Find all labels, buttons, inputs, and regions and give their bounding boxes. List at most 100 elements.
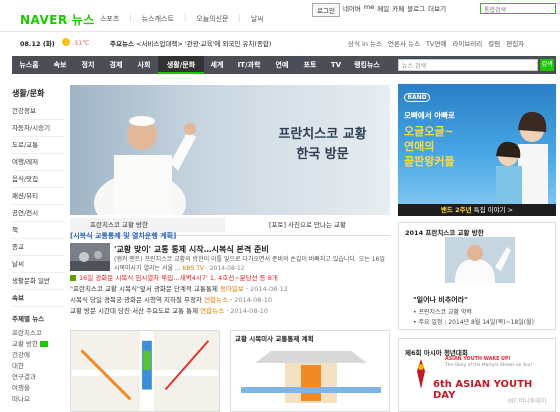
- nav-society[interactable]: 사회: [130, 56, 158, 74]
- date-bar-links: 상식 in 뉴스 언론사 뉴스 TV연예 라이브러리 칼럼 편집자: [348, 38, 524, 48]
- special-coverage-title[interactable]: [시복식 교통통제 및 열차운행 계획]: [70, 231, 176, 241]
- sidebar-item-book[interactable]: 책: [12, 222, 64, 239]
- pope-photo: [94, 116, 196, 215]
- caption-pope-visit[interactable]: 프란치스코 교황 방한: [70, 218, 225, 232]
- sidebar-item-weather[interactable]: 날씨: [12, 256, 64, 273]
- link-tv[interactable]: TV연예: [426, 38, 446, 48]
- sidebar-topic-3b[interactable]: 떠나요: [12, 394, 64, 405]
- pope-box-photo[interactable]: [445, 237, 515, 283]
- caption-photo[interactable]: [포토] 사진으로 만나는 교황: [225, 218, 390, 232]
- sidebar-topic-1b[interactable]: 교황 방한: [12, 339, 64, 350]
- divider: |: [129, 14, 132, 22]
- list-item[interactable]: "프란치스코 교황 시복식"앞서 광화문 단계적 교통통제 동아일보 · 201…: [70, 284, 390, 295]
- login-button[interactable]: 로그인: [312, 3, 340, 17]
- sidebar-item-general[interactable]: 생활문화 일반: [12, 273, 64, 290]
- news-search-input[interactable]: 뉴스 검색: [398, 59, 538, 71]
- ayd-logo: [417, 359, 425, 389]
- band-ad[interactable]: BAND 오빠에서 아빠로 오글오글~ 연애의 끝판왕커플: [398, 84, 556, 204]
- news-search-button[interactable]: 검색: [540, 59, 554, 71]
- headline-summary-text: (앵커 멘트) 프란치스코 교황의 방한이 이틀 앞으로 다가오면서 준비의 손…: [114, 256, 385, 272]
- util-more[interactable]: 더보기: [428, 3, 446, 17]
- band-caption-text: 특집 이야기 >: [471, 206, 514, 214]
- util-cafe[interactable]: 카페: [392, 3, 404, 17]
- nav-it-science[interactable]: IT/과학: [230, 56, 268, 74]
- temperature: 31℃: [74, 39, 90, 47]
- util-naver[interactable]: 네이버: [343, 3, 361, 17]
- headline-summary: (앵커 멘트) 프란치스코 교황의 방한이 이틀 앞으로 다가오면서 준비의 손…: [114, 256, 385, 272]
- hot-news-text: <서비스업대책> '관광·교육'에 외국인 유치(종합): [136, 40, 272, 48]
- sidebar-item-traffic[interactable]: 도로/교통: [12, 137, 64, 154]
- top-nav-sports[interactable]: 스포츠: [100, 14, 119, 24]
- sidebar-item-health[interactable]: 건강정보: [12, 103, 64, 120]
- nav-world[interactable]: 세계: [204, 56, 230, 74]
- list-item[interactable]: 교황 방문 시간대 당진·서산 주요도로 교통 통제 연합뉴스 · 2014-0…: [70, 306, 390, 317]
- sidebar-topic-1a[interactable]: 프란치스코: [12, 328, 64, 339]
- band-ad-line3: 연애의: [404, 140, 435, 153]
- sidebar-item-food[interactable]: 음식/맛집: [12, 171, 64, 188]
- nav-home[interactable]: 뉴스홈: [12, 56, 46, 74]
- headline-date: 2014-08-12: [209, 265, 245, 272]
- nav-entertainment[interactable]: 연예: [268, 56, 296, 74]
- band-ad-line1: 오빠에서 아빠로: [404, 111, 455, 120]
- sidebar: 생활/문화 건강정보 자동차/시승기 도로/교통 여행/레저 음식/맛집 패션/…: [12, 80, 64, 412]
- nav-life-culture[interactable]: 생활/문화: [158, 56, 204, 74]
- sidebar-topic-title: 주제별 뉴스: [12, 315, 45, 323]
- link-press[interactable]: 언론사 뉴스: [388, 38, 420, 48]
- date-bar: 08.12 (화) 31℃ 주요뉴스 <서비스업대책> '관광·교육'에 외국인…: [0, 36, 560, 50]
- pope-box-title[interactable]: 2014 프란치스코 교황 방한: [405, 227, 484, 237]
- naver-news-logo[interactable]: NAVER 뉴스: [20, 11, 95, 28]
- sidebar-topic-2c[interactable]: 연구결과: [12, 372, 64, 383]
- band-ad-line2: 오글오글~: [404, 125, 454, 138]
- top-nav-newscast[interactable]: 뉴스캐스트: [142, 14, 174, 24]
- band-caption-bold: 밴드 2주년: [440, 206, 472, 214]
- nav-photo[interactable]: 포토: [296, 56, 324, 74]
- nav-economy[interactable]: 경제: [102, 56, 130, 74]
- util-mail[interactable]: 메일: [377, 3, 389, 17]
- top-nav-weather[interactable]: 날씨: [251, 14, 264, 24]
- integrated-search-input[interactable]: 통합검색: [480, 3, 556, 14]
- sidebar-item-show[interactable]: 공연/전시: [12, 205, 64, 222]
- naver-logo-text: NAVER: [20, 13, 68, 27]
- util-blog[interactable]: 블로그: [407, 3, 425, 17]
- divider: |: [183, 14, 187, 22]
- traffic-map[interactable]: [70, 330, 220, 412]
- headline-thumbnail[interactable]: [70, 243, 110, 271]
- traffic-diagram: [231, 343, 389, 411]
- nav-breaking[interactable]: 속보: [46, 56, 74, 74]
- divider: |: [238, 14, 241, 22]
- sidebar-item-breaking[interactable]: 속보: [12, 290, 64, 307]
- nav-ranking[interactable]: 랭킹뉴스: [348, 56, 386, 74]
- traffic-control-panel[interactable]: 교황 시복미사 교통통제 계획: [230, 330, 390, 412]
- link-editor[interactable]: 편집자: [506, 38, 524, 48]
- headline-source[interactable]: KBS TV: [183, 265, 204, 272]
- util-me[interactable]: me: [364, 3, 374, 17]
- sidebar-topic-2a[interactable]: 건강에: [12, 350, 64, 361]
- sidebar-item-car[interactable]: 자동차/시승기: [12, 120, 64, 137]
- hot-news-label: 주요뉴스: [110, 40, 134, 48]
- list-item[interactable]: 시복식 당일 경복궁·광화문 시청역 지하철 무정차 연합뉴스 · 2014-0…: [70, 295, 390, 306]
- news-list: 16일 광화문 시복식 임시열차 투입…새벽4시7' 1, 4호선~분당선 등 …: [70, 273, 390, 317]
- link-library[interactable]: 라이브러리: [452, 38, 482, 48]
- list-item[interactable]: 16일 광화문 시복식 임시열차 투입…새벽4시7' 1, 4호선~분당선 등 …: [70, 273, 390, 284]
- link-column[interactable]: 칼럼: [488, 38, 500, 48]
- headline-title[interactable]: '교황 맞이' 교통 통제 시작…시복식 본격 준비: [114, 244, 269, 255]
- hot-news[interactable]: 주요뉴스 <서비스업대책> '관광·교육'에 외국인 유치(종합): [110, 38, 271, 48]
- sidebar-topic-3a[interactable]: 여행을: [12, 383, 64, 394]
- sidebar-item-fashion[interactable]: 패션/뷰티: [12, 188, 64, 205]
- list-item-source: 동아일보: [219, 285, 244, 293]
- sun-icon: [62, 38, 70, 46]
- top-nav: 스포츠 | 뉴스캐스트 | 오늘의신문 | 날씨: [100, 14, 264, 24]
- ayd-wake: ASIAN YOUTH WAKE UP!: [445, 357, 511, 362]
- pope-box-meta1[interactable]: • 프란치스코 교황 약력: [413, 307, 472, 316]
- sidebar-item-travel[interactable]: 여행/레저: [12, 154, 64, 171]
- nav-politics[interactable]: 정치: [74, 56, 102, 74]
- link-sangsik[interactable]: 상식 in 뉴스: [348, 38, 382, 48]
- nav-tv[interactable]: TV: [324, 56, 348, 74]
- pope-visit-box: 2014 프란치스코 교황 방한 "일어나 비추어라" • 프란치스코 교황 약…: [398, 222, 556, 330]
- sidebar-topic-2b[interactable]: 대한: [12, 361, 64, 372]
- top-nav-newspaper[interactable]: 오늘의신문: [196, 14, 228, 24]
- hero-banner[interactable]: 프란치스코 교황 한국 방문: [70, 85, 390, 215]
- sidebar-item-religion[interactable]: 종교: [12, 239, 64, 256]
- band-caption[interactable]: 밴드 2주년 특집 이야기 >: [398, 204, 556, 216]
- section-navbar: 뉴스홈 속보 정치 경제 사회 생활/문화 세계 IT/과학 연예 포토 TV …: [12, 56, 556, 74]
